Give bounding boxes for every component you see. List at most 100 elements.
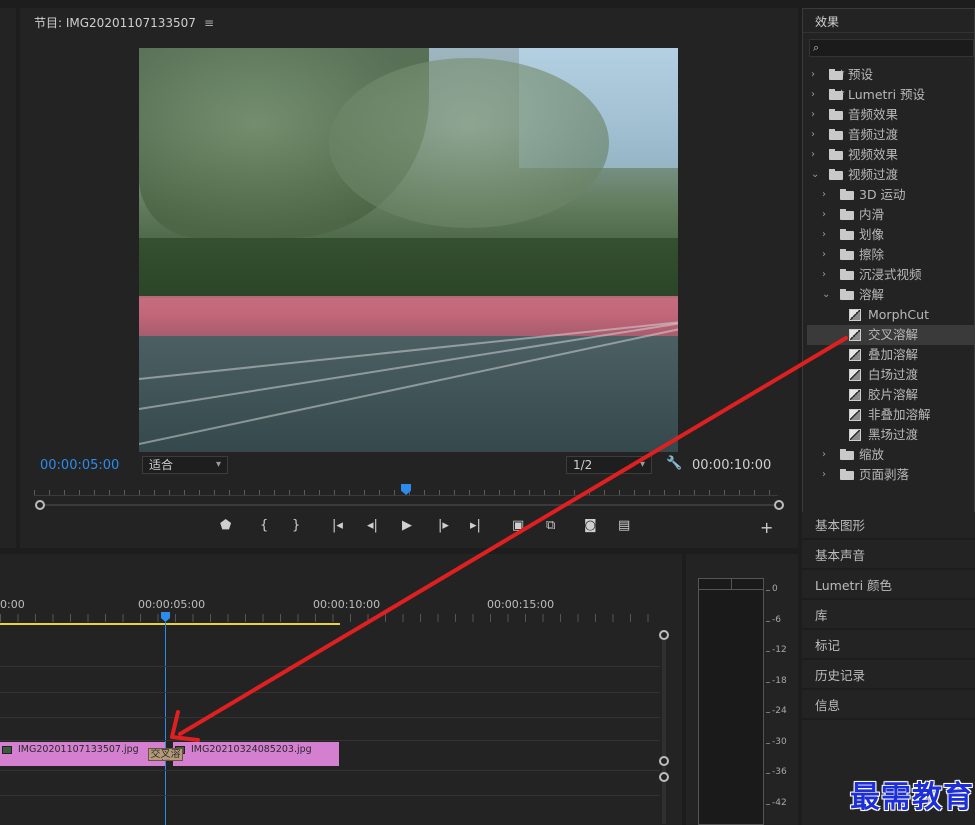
chevron-right-icon[interactable]: › — [811, 145, 815, 165]
effects-folder[interactable]: › 内滑 — [807, 205, 974, 225]
transport-controls: ⬟ { } |◂ ◂| ▶ |▸ ▸| ▣ ⧉ ◙ ▤ — [20, 518, 798, 540]
effects-folder[interactable]: › 页面剥落 — [807, 465, 974, 485]
timeline-vertical-scrollbar[interactable] — [662, 634, 666, 824]
chevron-right-icon[interactable]: › — [811, 85, 815, 105]
step-back-icon[interactable]: ◂| — [367, 518, 378, 533]
effect-item[interactable]: 黑场过渡 — [807, 425, 974, 445]
panel-tab[interactable]: 库 — [802, 602, 975, 630]
track-divider — [0, 770, 660, 771]
chevron-right-icon[interactable]: › — [822, 265, 826, 285]
folder-icon — [840, 269, 854, 280]
panel-tab[interactable]: 基本声音 — [802, 542, 975, 570]
panel-tab[interactable]: 历史记录 — [802, 662, 975, 690]
effects-folder[interactable]: › 3D 运动 — [807, 185, 974, 205]
mark-out-icon[interactable]: } — [292, 518, 300, 533]
scrollbar-handle-top[interactable] — [659, 772, 669, 782]
camera-icon[interactable]: ◙ — [584, 518, 597, 533]
folder-icon — [840, 469, 854, 480]
scrollbar-handle-right[interactable] — [774, 500, 784, 510]
video-clip-2[interactable]: IMG20210324085203.jpg — [173, 742, 339, 766]
chevron-down-icon[interactable]: ⌄ — [822, 285, 830, 305]
effects-item-label: 视频过渡 — [848, 167, 899, 182]
chevron-right-icon[interactable]: › — [822, 225, 826, 245]
panel-tab[interactable]: 信息 — [802, 692, 975, 720]
effects-panel-title[interactable]: 效果 — [803, 9, 974, 33]
timeline-ruler[interactable] — [0, 614, 660, 622]
effects-item-label: 页面剥落 — [859, 467, 910, 482]
effect-item[interactable]: 胶片溶解 — [807, 385, 974, 405]
chevron-right-icon[interactable]: › — [822, 185, 826, 205]
panel-menu-icon[interactable]: ≡ — [204, 16, 214, 30]
program-video-frame[interactable] — [139, 48, 678, 452]
go-to-out-icon[interactable]: ▸| — [470, 518, 481, 533]
effects-search-input[interactable]: ⌕ — [809, 39, 974, 57]
video-tree-center — [329, 58, 609, 228]
panel-tab[interactable]: 标记 — [802, 632, 975, 660]
video-clip-1[interactable]: IMG20201107133507.jpg — [0, 742, 165, 766]
fit-dropdown[interactable]: 适合 ▾ — [142, 456, 228, 474]
monitor-title[interactable]: 节目: IMG20201107133507 ≡ — [34, 14, 214, 31]
work-area-bar[interactable] — [0, 623, 340, 625]
effects-folder[interactable]: › 划像 — [807, 225, 974, 245]
effects-folder[interactable]: › 音频过渡 — [807, 125, 974, 145]
step-forward-icon[interactable]: |▸ — [438, 518, 449, 533]
transition-effect-icon — [849, 309, 861, 321]
chevron-right-icon[interactable]: › — [811, 125, 815, 145]
effects-folder[interactable]: › 沉浸式视频 — [807, 265, 974, 285]
chevron-right-icon[interactable]: › — [822, 245, 826, 265]
chevron-down-icon[interactable]: ⌄ — [811, 165, 819, 185]
db-label: -36 — [772, 767, 787, 777]
transition-effect-icon — [849, 329, 861, 341]
resolution-dropdown[interactable]: 1/2 ▾ — [566, 456, 652, 474]
effect-item[interactable]: MorphCut — [807, 305, 974, 325]
effects-folder[interactable]: › 音频效果 — [807, 105, 974, 125]
effect-item[interactable]: 叠加溶解 — [807, 345, 974, 365]
duration-timecode: 00:00:10:00 — [692, 458, 772, 473]
effects-folder[interactable]: ⌄ 溶解 — [807, 285, 974, 305]
wrench-icon[interactable]: 🔧 — [666, 456, 682, 471]
watermark-logo: 最需教育 — [850, 780, 974, 815]
monitor-zoom-scrollbar[interactable] — [40, 504, 778, 506]
comparison-view-icon[interactable]: ▤ — [618, 518, 630, 533]
effects-item-label: 音频过渡 — [848, 127, 899, 142]
chevron-right-icon[interactable]: › — [822, 465, 826, 485]
panel-tab[interactable]: 基本图形 — [802, 512, 975, 540]
effects-folder[interactable]: › 缩放 — [807, 445, 974, 465]
effect-item[interactable]: 非叠加溶解 — [807, 405, 974, 425]
chevron-right-icon[interactable]: › — [811, 65, 815, 85]
effects-folder[interactable]: › 视频效果 — [807, 145, 974, 165]
db-tick — [766, 773, 770, 774]
effects-item-label: 3D 运动 — [859, 187, 906, 202]
effects-folder[interactable]: ⌄ 视频过渡 — [807, 165, 974, 185]
current-timecode[interactable]: 00:00:05:00 — [40, 458, 119, 473]
folder-icon — [829, 109, 843, 120]
timeline-ruler-label: 00:00:15:00 — [487, 598, 555, 611]
cross-dissolve-transition[interactable]: 交叉溶解 — [148, 748, 183, 761]
effect-item[interactable]: 白场过渡 — [807, 365, 974, 385]
scrollbar-handle-bottom[interactable] — [659, 756, 669, 766]
mark-in-icon[interactable]: { — [260, 518, 268, 533]
transition-effect-icon — [849, 369, 861, 381]
scrollbar-handle-left[interactable] — [35, 500, 45, 510]
effects-folder[interactable]: › 擦除 — [807, 245, 974, 265]
effects-item-label: MorphCut — [868, 307, 929, 322]
chevron-right-icon[interactable]: › — [822, 205, 826, 225]
folder-icon — [840, 229, 854, 240]
effects-folder[interactable]: › ★ 预设 — [807, 65, 974, 85]
extract-icon[interactable]: ⧉ — [546, 518, 555, 533]
resolution-dropdown-value: 1/2 — [573, 458, 593, 472]
effects-item-label: 溶解 — [859, 287, 885, 302]
video-running-track — [139, 336, 678, 452]
add-button-icon[interactable]: + — [760, 518, 773, 537]
play-icon[interactable]: ▶ — [402, 518, 412, 533]
chevron-right-icon[interactable]: › — [822, 445, 826, 465]
go-to-in-icon[interactable]: |◂ — [332, 518, 343, 533]
effects-folder[interactable]: › ★ Lumetri 预设 — [807, 85, 974, 105]
add-marker-icon[interactable]: ⬟ — [220, 518, 231, 533]
panel-tab[interactable]: Lumetri 颜色 — [802, 572, 975, 600]
effects-item-label: 叠加溶解 — [868, 347, 919, 362]
scrollbar-handle-top[interactable] — [659, 630, 669, 640]
lift-icon[interactable]: ▣ — [512, 518, 524, 533]
chevron-right-icon[interactable]: › — [811, 105, 815, 125]
effect-item[interactable]: 交叉溶解 — [807, 325, 974, 345]
